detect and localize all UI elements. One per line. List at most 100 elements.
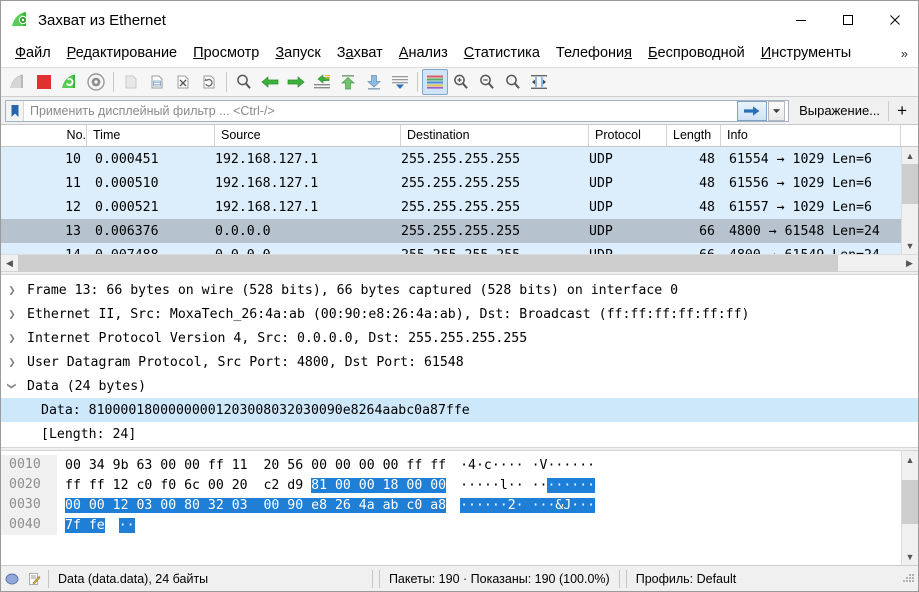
toolbar-separator-3 <box>417 72 418 92</box>
table-row[interactable]: 14 0.007488 0.0.0.0 255.255.255.255 UDP … <box>1 243 918 254</box>
hex-row[interactable]: 0040 7f fe ·· <box>1 515 918 535</box>
packet-list-horizontal-scrollbar[interactable]: ◀ ▶ <box>1 254 918 272</box>
menu-analyze[interactable]: Анализ <box>391 42 456 64</box>
menu-file[interactable]: Файл <box>7 42 59 64</box>
scroll-left-icon[interactable]: ◀ <box>1 255 18 272</box>
close-button[interactable] <box>871 1 918 39</box>
column-header-time[interactable]: Time <box>87 125 215 146</box>
resize-columns-button[interactable] <box>526 69 552 95</box>
packet-detail-pane[interactable]: ❯ Frame 13: 66 bytes on wire (528 bits),… <box>1 275 918 447</box>
table-row[interactable]: 11 0.000510 192.168.127.1 255.255.255.25… <box>1 171 918 195</box>
maximize-button[interactable] <box>824 1 871 39</box>
scroll-up-icon[interactable]: ▲ <box>901 451 918 468</box>
packet-bytes-pane[interactable]: 0010 00 34 9b 63 00 00 ff 11 20 56 00 00… <box>1 451 918 565</box>
go-back-button[interactable] <box>257 69 283 95</box>
cell-length: 48 <box>699 151 715 167</box>
filter-history-dropdown[interactable] <box>768 100 786 121</box>
column-header-length[interactable]: Length <box>667 125 721 146</box>
menu-overflow-button[interactable]: » <box>895 46 918 61</box>
table-row-selected[interactable]: 13 0.006376 0.0.0.0 255.255.255.255 UDP … <box>1 219 918 243</box>
menu-view[interactable]: Просмотр <box>185 42 267 64</box>
open-file-button[interactable] <box>118 69 144 95</box>
packet-bytes-vertical-scrollbar[interactable]: ▲ ▼ <box>901 451 918 565</box>
menu-wireless[interactable]: Беспроводной <box>640 42 753 64</box>
hex-row[interactable]: 0020 ff ff 12 c0 f0 6c 00 20 c2 d9 81 00… <box>1 475 918 495</box>
table-row[interactable]: 10 0.000451 192.168.127.1 255.255.255.25… <box>1 147 918 171</box>
column-header-source[interactable]: Source <box>215 125 401 146</box>
hex-row[interactable]: 0010 00 34 9b 63 00 00 ff 11 20 56 00 00… <box>1 455 918 475</box>
zoom-in-button[interactable] <box>448 69 474 95</box>
close-file-button[interactable] <box>170 69 196 95</box>
colorize-button[interactable] <box>422 69 448 95</box>
tree-item-label: [Length: 24] <box>41 426 137 442</box>
capture-options-button[interactable] <box>83 69 109 95</box>
column-header-no[interactable]: No. <box>1 125 87 146</box>
scroll-up-icon[interactable]: ▲ <box>901 147 918 164</box>
status-separator-5 <box>625 569 627 588</box>
save-file-button[interactable] <box>144 69 170 95</box>
stop-capture-button[interactable] <box>31 69 57 95</box>
menu-tools[interactable]: Инструменты <box>753 42 859 64</box>
scroll-thumb-h[interactable] <box>18 254 838 272</box>
scroll-down-icon[interactable]: ▼ <box>901 548 918 565</box>
chevron-right-icon[interactable]: ❯ <box>1 302 23 326</box>
column-header-info[interactable]: Info <box>721 125 901 146</box>
tree-item-ethernet[interactable]: ❯ Ethernet II, Src: MoxaTech_26:4a:ab (0… <box>1 302 918 326</box>
wireshark-shark-fin-icon <box>10 10 30 30</box>
hex-row[interactable]: 0030 00 00 12 03 00 80 32 03 00 90 e8 26… <box>1 495 918 515</box>
scroll-track[interactable] <box>901 164 918 237</box>
menu-statistics[interactable]: Статистика <box>456 42 548 64</box>
wireshark-window: Захват из Ethernet Файл Редактирование П… <box>0 0 919 592</box>
main-toolbar <box>1 67 918 97</box>
add-filter-button[interactable]: + <box>888 100 916 121</box>
go-last-packet-button[interactable] <box>361 69 387 95</box>
column-header-destination[interactable]: Destination <box>401 125 589 146</box>
display-filter-input[interactable]: Применить дисплейный фильтр ... <Ctrl-/> <box>5 99 790 122</box>
minimize-button[interactable] <box>777 1 824 39</box>
go-to-packet-button[interactable] <box>309 69 335 95</box>
scroll-down-icon[interactable]: ▼ <box>901 237 918 254</box>
tree-item-data-value[interactable]: Data: 81000018000000001203008032030090e8… <box>1 398 918 422</box>
packet-list-body[interactable]: 10 0.000451 192.168.127.1 255.255.255.25… <box>1 147 918 254</box>
packet-list-vertical-scrollbar[interactable]: ▲ ▼ <box>901 147 918 254</box>
chevron-right-icon[interactable]: ❯ <box>1 350 23 374</box>
zoom-reset-button[interactable] <box>500 69 526 95</box>
tree-item-udp[interactable]: ❯ User Datagram Protocol, Src Port: 4800… <box>1 350 918 374</box>
cell-length: 48 <box>699 175 715 191</box>
cell-info: 61556 → 1029 Len=6 <box>729 175 872 191</box>
capture-comment-icon[interactable] <box>23 568 45 590</box>
go-first-packet-button[interactable] <box>335 69 361 95</box>
reload-file-button[interactable] <box>196 69 222 95</box>
find-packet-button[interactable] <box>231 69 257 95</box>
scroll-track-h[interactable] <box>18 254 901 272</box>
scroll-thumb[interactable] <box>901 480 918 524</box>
zoom-out-button[interactable] <box>474 69 500 95</box>
status-profile[interactable]: Профиль: Default <box>630 572 743 586</box>
start-capture-button[interactable] <box>5 69 31 95</box>
hex-bytes: 00 34 9b 63 00 00 ff 11 20 56 00 00 00 0… <box>57 458 446 473</box>
menu-telephony[interactable]: Телефония <box>548 42 640 64</box>
bookmark-icon[interactable] <box>6 100 24 121</box>
chevron-right-icon[interactable]: ❯ <box>1 326 23 350</box>
tree-item-frame[interactable]: ❯ Frame 13: 66 bytes on wire (528 bits),… <box>1 278 918 302</box>
restart-capture-button[interactable] <box>57 69 83 95</box>
filter-expression-button[interactable]: Выражение... <box>791 101 888 120</box>
apply-filter-button[interactable] <box>737 100 768 121</box>
menu-go[interactable]: Запуск <box>267 42 328 64</box>
expert-info-icon[interactable] <box>1 568 23 590</box>
scroll-thumb[interactable] <box>901 164 918 204</box>
chevron-right-icon[interactable]: ❯ <box>1 278 23 302</box>
menu-edit[interactable]: Редактирование <box>59 42 185 64</box>
scroll-right-icon[interactable]: ▶ <box>901 255 918 272</box>
scroll-track[interactable] <box>901 468 918 548</box>
tree-item-data[interactable]: ❯ Data (24 bytes) <box>1 374 918 398</box>
menu-capture[interactable]: Захват <box>329 42 391 64</box>
chevron-down-icon[interactable]: ❯ <box>1 375 24 397</box>
table-row[interactable]: 12 0.000521 192.168.127.1 255.255.255.25… <box>1 195 918 219</box>
column-header-protocol[interactable]: Protocol <box>589 125 667 146</box>
auto-scroll-button[interactable] <box>387 69 413 95</box>
tree-item-data-length[interactable]: [Length: 24] <box>1 422 918 446</box>
resize-grip-icon[interactable] <box>900 571 916 587</box>
tree-item-ipv4[interactable]: ❯ Internet Protocol Version 4, Src: 0.0.… <box>1 326 918 350</box>
go-forward-button[interactable] <box>283 69 309 95</box>
